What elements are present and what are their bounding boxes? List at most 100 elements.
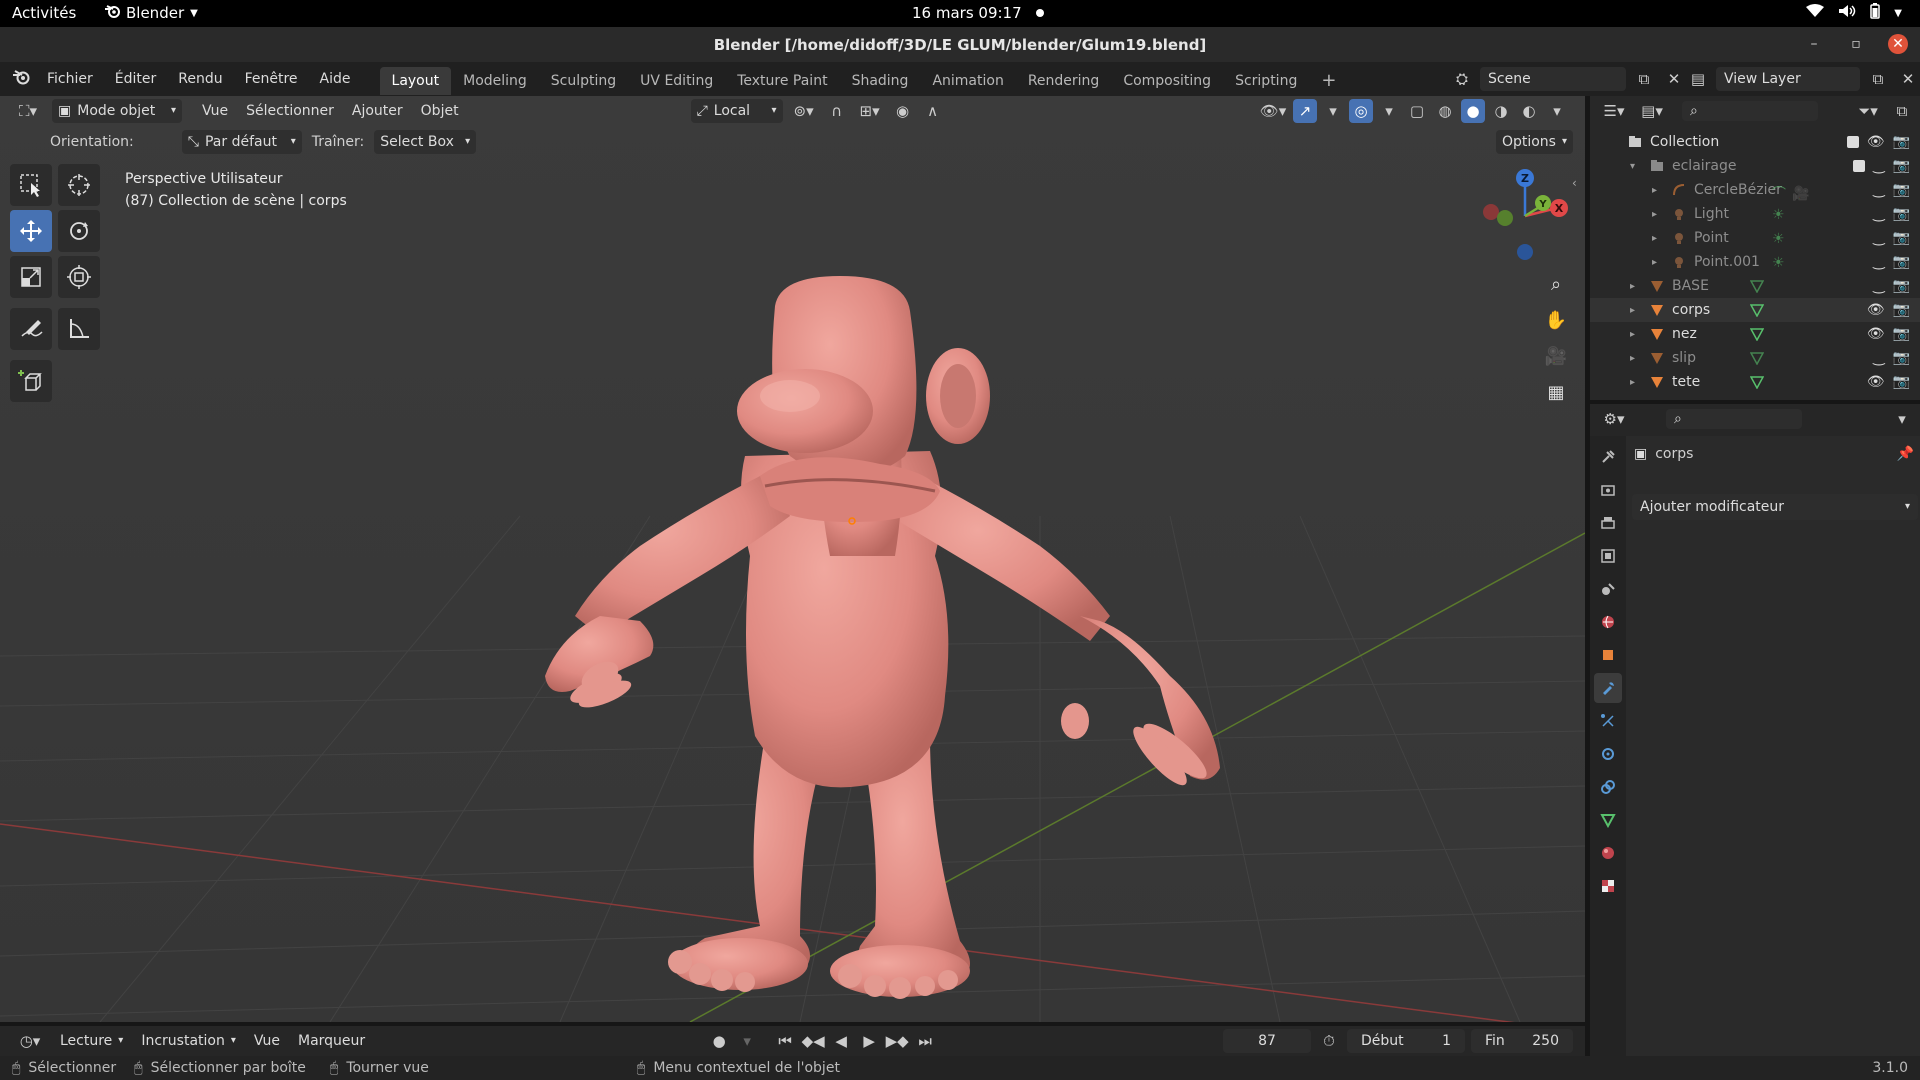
filter-icon[interactable]: ⏷▾: [1852, 99, 1884, 123]
eye-closed-icon[interactable]: ‿: [1873, 230, 1884, 246]
menu-keying[interactable]: Incrustation ▾: [135, 1029, 242, 1053]
play-icon[interactable]: ▶: [857, 1029, 881, 1053]
tab-view-layer-icon[interactable]: [1594, 541, 1622, 571]
menu-marker[interactable]: Marqueur: [292, 1029, 371, 1053]
object-data-icon[interactable]: ☀: [1772, 255, 1785, 271]
tab-sculpting[interactable]: Sculpting: [539, 67, 628, 95]
system-tray[interactable]: ▼: [1806, 3, 1902, 23]
move-tool[interactable]: [10, 210, 52, 252]
delete-scene-icon[interactable]: ✕: [1662, 67, 1686, 91]
chevron-down-icon[interactable]: ▾: [735, 1029, 759, 1053]
transform-tool[interactable]: [58, 256, 100, 298]
window-title-bar[interactable]: Blender [/home/didoff/3D/LE GLUM/blender…: [0, 27, 1920, 62]
display-mode-icon[interactable]: ▤▾: [1636, 99, 1668, 123]
overlay-toggle-icon[interactable]: ◎: [1349, 99, 1373, 123]
eye-closed-icon[interactable]: ‿: [1873, 254, 1884, 270]
gizmo-toggle-icon[interactable]: ↗: [1293, 99, 1317, 123]
add-cube-tool[interactable]: [10, 360, 52, 402]
outliner-row[interactable]: ▾ eclairage ‿ 📷: [1590, 154, 1920, 178]
object-data-icon[interactable]: [1749, 351, 1765, 369]
outliner-row[interactable]: ▸ BASE ‿ 📷: [1590, 274, 1920, 298]
mode-selector[interactable]: ▣ Mode objet ▾: [52, 99, 182, 123]
minimize-button[interactable]: –: [1804, 34, 1824, 54]
gizmo-options-icon[interactable]: ▾: [1321, 99, 1345, 123]
maximize-button[interactable]: ▫: [1846, 34, 1866, 54]
navigation-gizmo[interactable]: Z X Y: [1475, 166, 1575, 266]
menu-add[interactable]: Ajouter: [346, 99, 409, 123]
object-data-icon[interactable]: [1749, 327, 1765, 345]
camera-icon[interactable]: 📷: [1893, 350, 1910, 366]
outliner-row[interactable]: ▸ Light ☀ ‿ 📷: [1590, 202, 1920, 226]
eye-closed-icon[interactable]: ‿: [1873, 182, 1884, 198]
orientation-selector[interactable]: ⤡ Par défaut ▾: [181, 130, 302, 154]
view-layer-icon[interactable]: ▤: [1686, 67, 1710, 91]
prev-keyframe-icon[interactable]: ◆◀: [801, 1029, 825, 1053]
tab-scripting[interactable]: Scripting: [1223, 67, 1309, 95]
object-data-icon[interactable]: ☀: [1772, 231, 1785, 247]
object-data-icon[interactable]: [1749, 375, 1765, 393]
menu-file[interactable]: Fichier: [36, 66, 104, 92]
menu-help[interactable]: Aide: [309, 66, 362, 92]
menu-timeline-view[interactable]: Vue: [248, 1029, 286, 1053]
outliner-row[interactable]: Collection 👁 📷: [1590, 130, 1920, 154]
shading-options-icon[interactable]: ▾: [1545, 99, 1569, 123]
eye-icon[interactable]: 👁: [1867, 302, 1885, 318]
wireframe-shading-icon[interactable]: ◍: [1433, 99, 1457, 123]
eye-closed-icon[interactable]: ‿: [1873, 206, 1884, 222]
new-scene-icon[interactable]: ⧉: [1632, 67, 1656, 91]
collapse-sidebar-icon[interactable]: ‹: [1572, 176, 1577, 190]
outliner-row[interactable]: ▸ Point ☀ ‿ 📷: [1590, 226, 1920, 250]
tab-texture-paint[interactable]: Texture Paint: [725, 67, 839, 95]
outliner-row[interactable]: ▸ slip ‿ 📷: [1590, 346, 1920, 370]
outliner-row[interactable]: ▸ nez 👁 📷: [1590, 322, 1920, 346]
expand-arrow-icon[interactable]: ▸: [1630, 353, 1635, 364]
tab-world-icon[interactable]: [1594, 607, 1622, 637]
checkbox-icon[interactable]: [1846, 136, 1859, 148]
delete-view-layer-icon[interactable]: ✕: [1896, 67, 1920, 91]
camera-icon[interactable]: 📷: [1893, 158, 1910, 174]
perspective-grid-icon[interactable]: ▦: [1540, 376, 1572, 408]
new-collection-icon[interactable]: ⧉: [1890, 99, 1914, 123]
camera-icon[interactable]: 📷: [1893, 374, 1910, 390]
menu-select[interactable]: Sélectionner: [240, 99, 340, 123]
menu-view[interactable]: Vue: [196, 99, 234, 123]
pin-icon[interactable]: 📌: [1897, 446, 1914, 462]
tab-constraints-icon[interactable]: [1594, 772, 1622, 802]
editor-type-icon[interactable]: ◷▾: [12, 1029, 48, 1053]
camera-icon[interactable]: 📷: [1893, 230, 1910, 246]
outliner-search-input[interactable]: ⌕: [1682, 101, 1818, 121]
select-box-tool[interactable]: [10, 164, 52, 206]
area-divider[interactable]: [1585, 96, 1590, 1056]
stopwatch-icon[interactable]: ⏱: [1317, 1029, 1341, 1053]
tab-modeling[interactable]: Modeling: [451, 67, 539, 95]
zoom-icon[interactable]: ⌕: [1540, 268, 1572, 300]
add-workspace-button[interactable]: +: [1309, 67, 1348, 95]
camera-icon[interactable]: 📷: [1893, 278, 1910, 294]
expand-arrow-icon[interactable]: ▸: [1652, 185, 1657, 196]
outliner-row[interactable]: ▸ tete 👁 📷: [1590, 370, 1920, 394]
expand-arrow-icon[interactable]: ▸: [1630, 329, 1635, 340]
play-reverse-icon[interactable]: ◀: [829, 1029, 853, 1053]
eye-icon[interactable]: 👁: [1867, 326, 1885, 342]
tab-modifiers-icon[interactable]: [1594, 673, 1622, 703]
start-frame-field[interactable]: Début 1: [1347, 1029, 1465, 1053]
expand-arrow-icon[interactable]: ▸: [1630, 377, 1635, 388]
eye-closed-icon[interactable]: ‿: [1873, 350, 1884, 366]
camera-icon[interactable]: 📷: [1893, 206, 1910, 222]
material-shading-icon[interactable]: ◑: [1489, 99, 1513, 123]
menu-object[interactable]: Objet: [415, 99, 465, 123]
camera-icon[interactable]: 📷: [1893, 326, 1910, 342]
rendered-shading-icon[interactable]: ◐: [1517, 99, 1541, 123]
overlay-options-icon[interactable]: ▾: [1377, 99, 1401, 123]
outliner-row[interactable]: ▸ corps 👁 📷: [1590, 298, 1920, 322]
add-modifier-button[interactable]: Ajouter modificateur ▾: [1632, 494, 1918, 520]
falloff-icon[interactable]: ∧: [921, 99, 945, 123]
new-view-layer-icon[interactable]: ⧉: [1866, 67, 1890, 91]
scale-tool[interactable]: [10, 256, 52, 298]
proportional-edit-icon[interactable]: ◉: [891, 99, 915, 123]
tab-data-icon[interactable]: [1594, 805, 1622, 835]
camera-icon[interactable]: 📷: [1893, 182, 1910, 198]
blender-logo-icon[interactable]: [12, 69, 30, 89]
current-frame-field[interactable]: 87: [1223, 1029, 1311, 1053]
object-data-icon[interactable]: [1749, 303, 1765, 321]
